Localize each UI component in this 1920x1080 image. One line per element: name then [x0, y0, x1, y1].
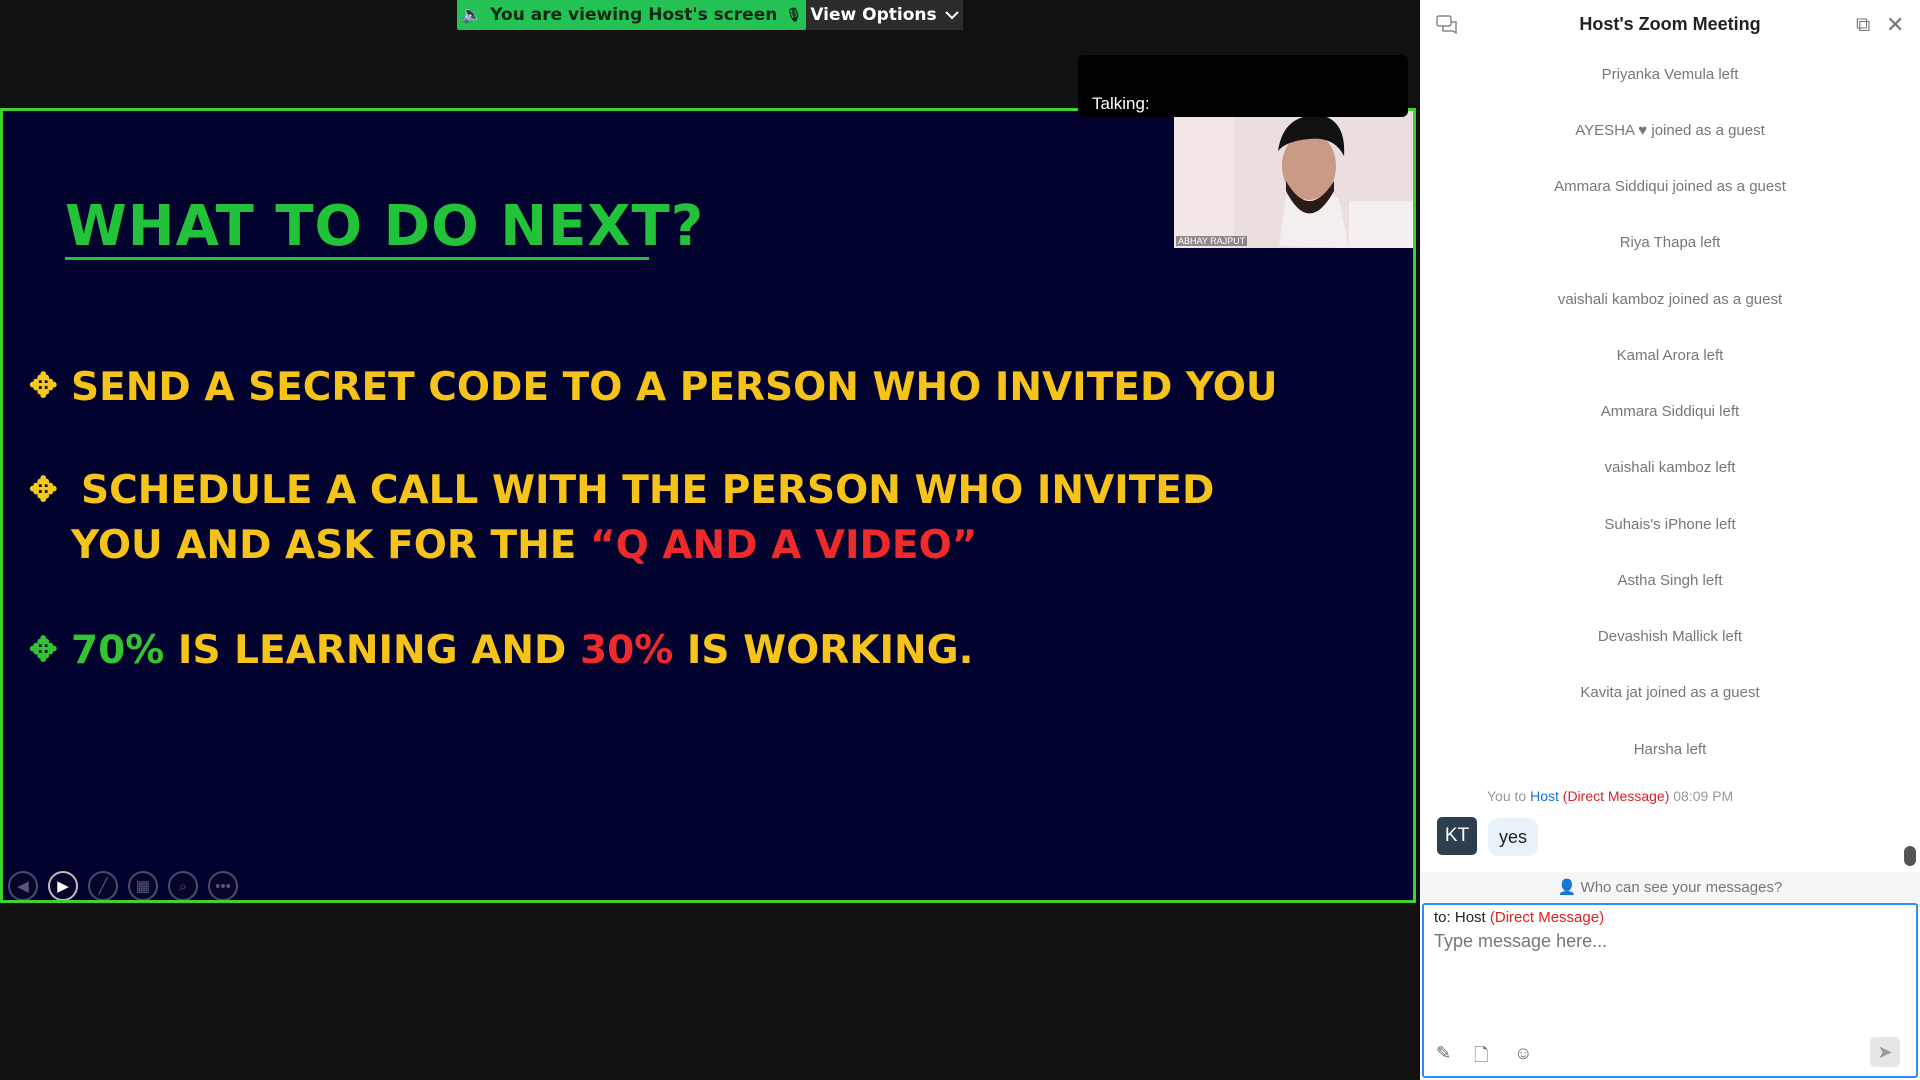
send-button[interactable]: ➤ — [1870, 1037, 1900, 1067]
system-message: Priyanka Vemula left — [1601, 66, 1739, 83]
message-time: 08:09 PM — [1673, 788, 1734, 804]
more-options-button[interactable]: ••• — [208, 871, 238, 900]
close-icon[interactable]: ✕ — [1886, 12, 1904, 38]
bullet-2-prefix: YOU AND ASK FOR THE — [71, 523, 590, 568]
message-bubble[interactable]: yes — [1488, 818, 1538, 856]
sender-label: You — [1487, 788, 1511, 804]
person-icon: 👤 — [1557, 879, 1577, 896]
recipient-line[interactable]: to: Host (Direct Message) — [1434, 909, 1604, 926]
talking-label: Talking: — [1092, 94, 1150, 113]
chat-message-list: Priyanka Vemula left AYESHA ♥ joined as … — [1420, 50, 1920, 870]
presenter-name-tag: ABHAY RAJPUT — [1176, 236, 1248, 246]
to-tag: (Direct Message) — [1489, 909, 1605, 926]
chat-panel: Host's Zoom Meeting ⧉ ✕ Priyanka Vemula … — [1420, 0, 1920, 1080]
view-options-label: View Options — [810, 5, 937, 25]
system-message: vaishali kamboz left — [1604, 459, 1736, 476]
system-message: Kamal Arora left — [1616, 347, 1724, 364]
zoom-button[interactable]: ⌕ — [168, 871, 198, 900]
send-icon: ➤ — [1877, 1041, 1893, 1062]
system-message: Devashish Mallick left — [1597, 628, 1743, 645]
system-message: Ammara Siddiqui joined as a guest — [1554, 178, 1786, 195]
previous-slide-button[interactable]: ◀ — [8, 871, 38, 900]
file-icon[interactable]: 🗋 — [1474, 1043, 1488, 1073]
bullet-icon: ✥ — [29, 471, 58, 509]
privacy-strip: 👤 Who can see your messages? — [1420, 872, 1920, 902]
recipient-link[interactable]: Host — [1530, 788, 1559, 804]
direct-message-tag: (Direct Message) — [1562, 788, 1670, 804]
bullet-2-line-1: SCHEDULE A CALL WITH THE PERSON WHO INVI… — [81, 468, 1215, 513]
bullet-3-mid: IS LEARNING AND — [164, 628, 580, 673]
message-input[interactable] — [1432, 929, 1906, 1013]
slide-controls: ◀ ▶ ╱ ▦ ⌕ ••• — [8, 871, 238, 900]
pen-icon: ╱ — [98, 878, 108, 895]
triangle-left-icon: ◀ — [17, 878, 29, 895]
slide-title: WHAT TO DO NEXT? — [65, 194, 705, 259]
working-percent: 30% — [579, 628, 674, 673]
play-icon: ▶ — [57, 878, 69, 895]
slides-overview-button[interactable]: ▦ — [128, 871, 158, 900]
privacy-text: Who can see your messages? — [1580, 879, 1783, 896]
pop-out-icon[interactable]: ⧉ — [1856, 14, 1870, 37]
presenter-image — [1174, 111, 1413, 248]
chat-header: Host's Zoom Meeting ⧉ ✕ — [1420, 0, 1920, 50]
bullet-3-text: 70% IS LEARNING AND 30% IS WORKING. — [71, 628, 974, 674]
system-message: AYESHA ♥ joined as a guest — [1575, 122, 1765, 139]
speaker-icon: 🔈 — [461, 5, 483, 25]
to-word: to — [1514, 788, 1527, 804]
shared-screen: WHAT TO DO NEXT? ✥ SEND A SECRET CODE TO… — [0, 108, 1416, 903]
chevron-down-icon — [944, 11, 959, 20]
system-message: Astha Singh left — [1617, 572, 1723, 589]
mic-muted-icon: 🎙 — [785, 7, 802, 23]
to-label: to: — [1434, 909, 1451, 926]
bullet-icon: ✥ — [29, 367, 58, 405]
bullet-3-end: IS WORKING. — [673, 628, 974, 673]
compose-box: to: Host (Direct Message) ✎ 🗋 ☺ ➤ — [1422, 903, 1918, 1078]
system-message: Suhais's iPhone left — [1604, 516, 1736, 533]
magnifier-icon: ⌕ — [178, 877, 188, 895]
grid-icon: ▦ — [135, 878, 151, 895]
emoji-icon[interactable]: ☺ — [1514, 1043, 1532, 1064]
direct-message-meta: You to Host (Direct Message) 08:09 PM — [1487, 788, 1733, 804]
ellipsis-icon: ••• — [215, 877, 231, 895]
bullet-1-text: SEND A SECRET CODE TO A PERSON WHO INVIT… — [71, 365, 1278, 410]
who-can-see-link[interactable]: 👤 Who can see your messages? — [1420, 878, 1920, 896]
to-name: Host — [1454, 909, 1486, 926]
pen-button[interactable]: ╱ — [88, 871, 118, 900]
title-underline — [65, 257, 649, 260]
chat-title: Host's Zoom Meeting — [1579, 14, 1761, 34]
bullet-2-line-2: YOU AND ASK FOR THE “Q AND A VIDEO” — [71, 523, 978, 569]
viewing-text: You are viewing Host's screen — [490, 5, 778, 25]
format-text-icon[interactable]: ✎ — [1436, 1043, 1451, 1064]
learning-percent: 70% — [71, 628, 165, 673]
bullet-icon: ✥ — [29, 631, 58, 669]
system-message: Riya Thapa left — [1619, 234, 1721, 251]
system-message: Ammara Siddiqui left — [1600, 403, 1740, 420]
avatar: KT — [1437, 817, 1477, 855]
scrollbar-thumb[interactable] — [1904, 846, 1916, 866]
view-options-button[interactable]: View Options — [806, 0, 963, 30]
system-message: Kavita jat joined as a guest — [1580, 684, 1760, 701]
presenter-video-tile — [1174, 111, 1413, 248]
system-message: vaishali kamboz joined as a guest — [1557, 291, 1783, 308]
viewing-banner: 🔈 You are viewing Host's screen 🎙 — [457, 0, 806, 30]
play-button[interactable]: ▶ — [48, 871, 78, 900]
bullet-2-quote: “Q AND A VIDEO” — [589, 523, 978, 568]
system-message: Harsha left — [1633, 741, 1707, 758]
